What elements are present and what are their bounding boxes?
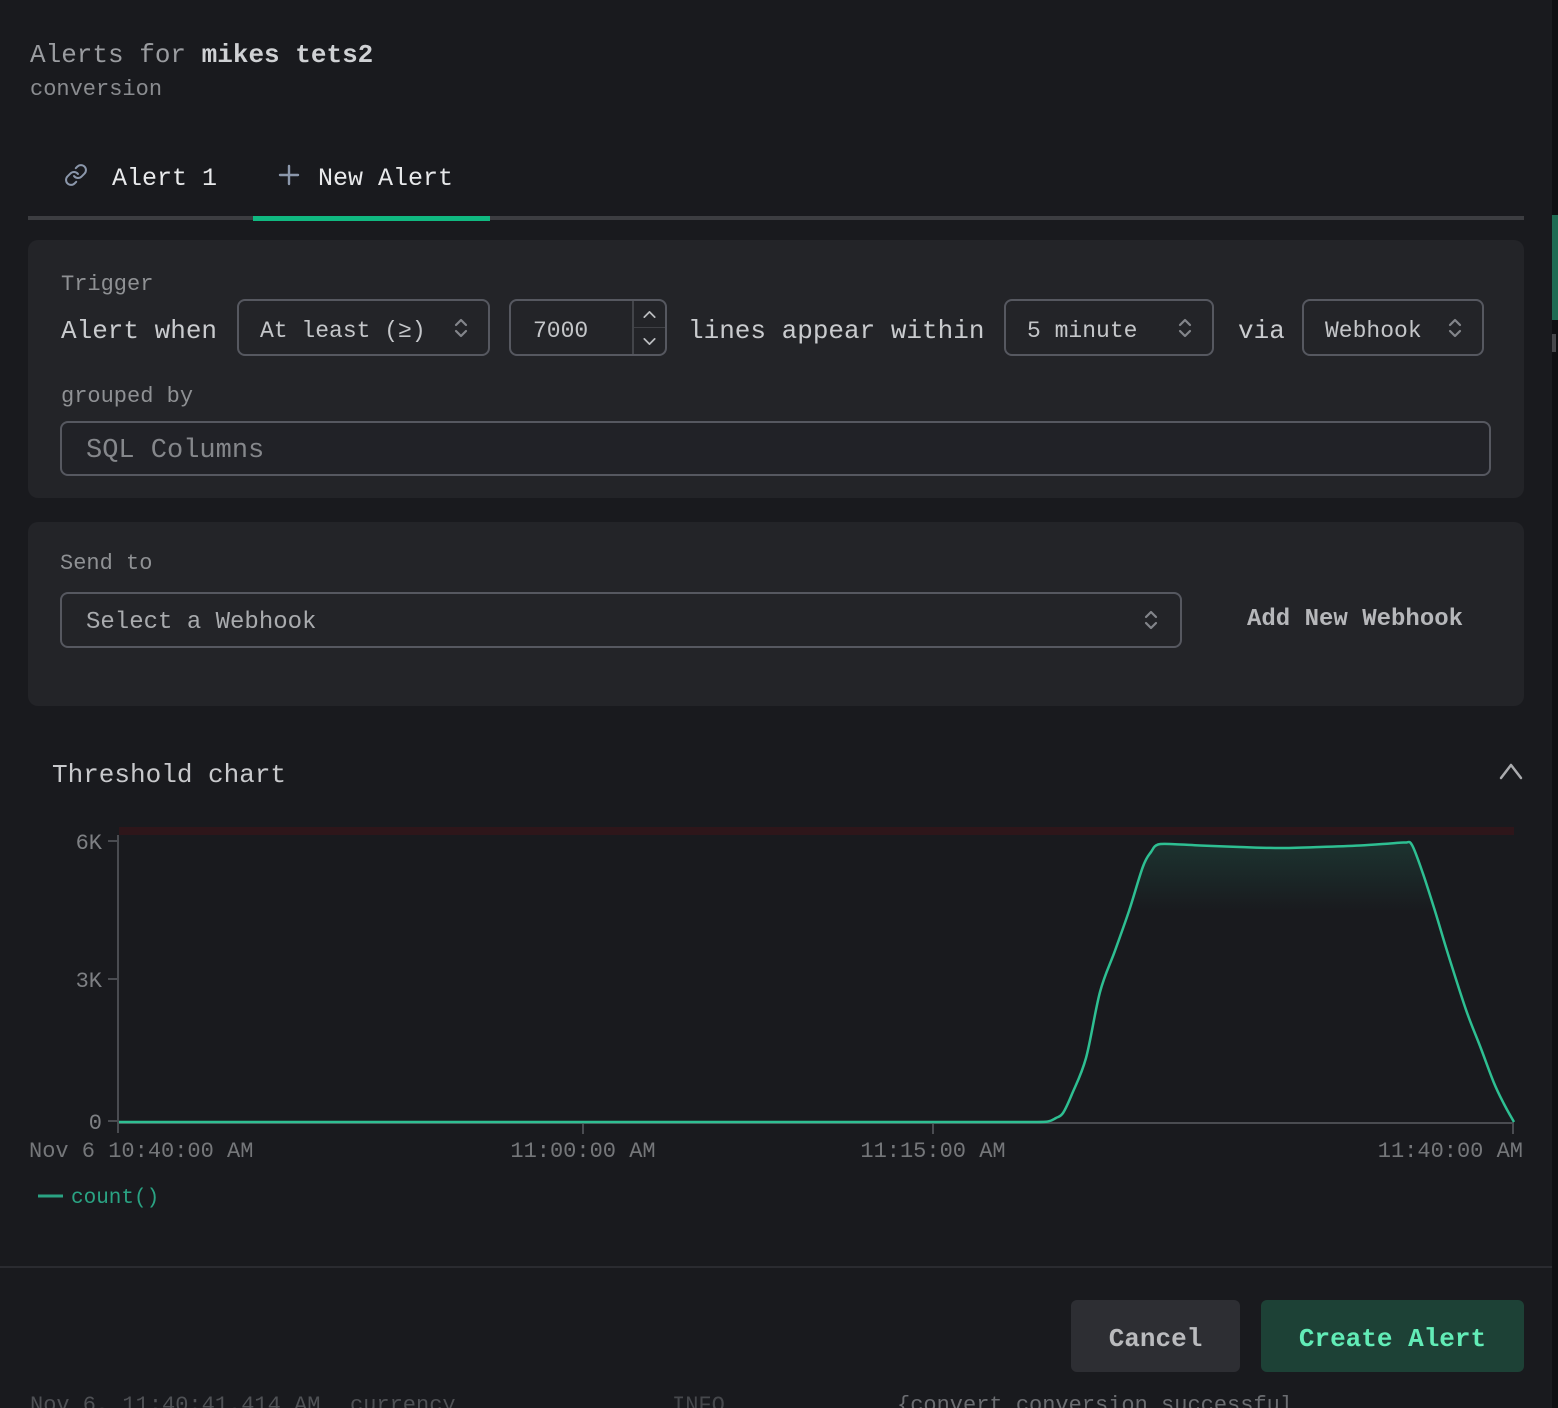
svg-text:Nov 6 10:40:00 AM: Nov 6 10:40:00 AM — [29, 1139, 253, 1164]
svg-text:11:40:00 AM: 11:40:00 AM — [1378, 1139, 1523, 1164]
svg-text:11:15:00 AM: 11:15:00 AM — [860, 1139, 1005, 1164]
svg-text:0: 0 — [89, 1111, 102, 1136]
svg-text:3K: 3K — [76, 969, 103, 994]
svg-text:6K: 6K — [76, 831, 103, 856]
svg-text:11:00:00 AM: 11:00:00 AM — [510, 1139, 655, 1164]
svg-text:count(): count() — [71, 1187, 159, 1210]
